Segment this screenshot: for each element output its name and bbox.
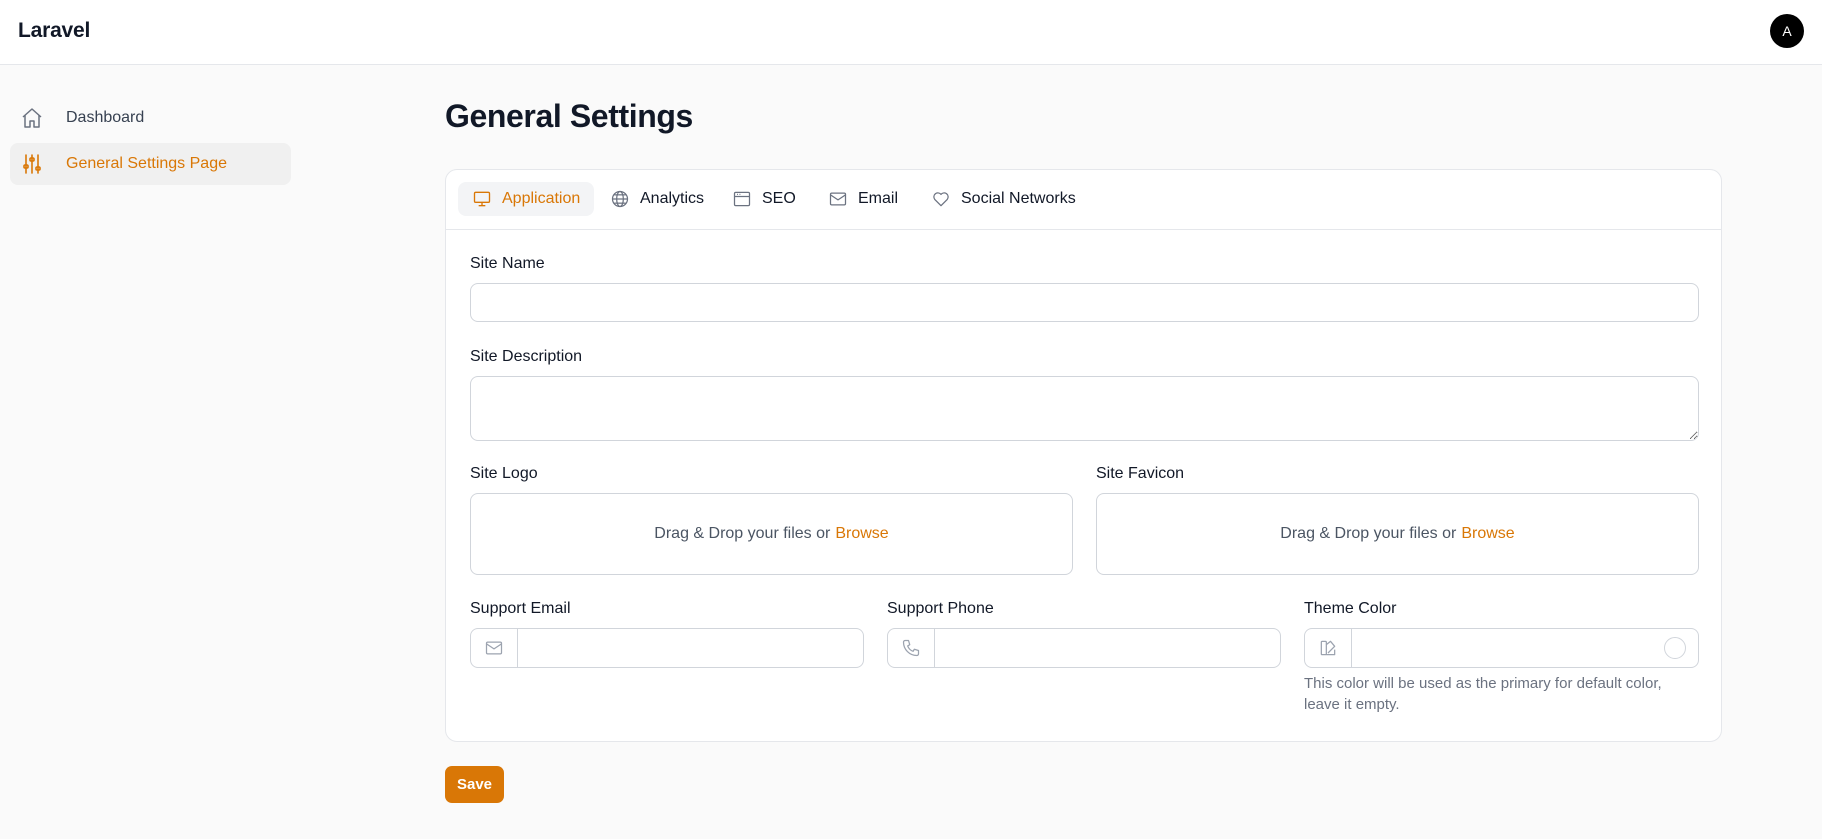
site-logo-dropzone[interactable]: Drag & Drop your files or Browse: [470, 493, 1073, 575]
home-icon: [20, 106, 44, 130]
brand-logo[interactable]: Laravel: [18, 19, 90, 43]
site-favicon-label: Site Favicon: [1096, 465, 1185, 482]
tab-seo[interactable]: SEO: [718, 182, 810, 216]
globe-icon: [610, 189, 630, 209]
site-description-label: Site Description: [470, 348, 583, 365]
browser-window-icon: [732, 189, 752, 209]
swatch-icon: [1305, 629, 1352, 667]
dropzone-text: Drag & Drop your files or: [1280, 525, 1457, 542]
tab-label: Email: [858, 190, 899, 207]
envelope-icon: [828, 189, 848, 209]
top-bar: Laravel A: [0, 0, 1822, 65]
support-email-input[interactable]: [518, 629, 863, 667]
tab-application[interactable]: Application: [458, 182, 595, 216]
page-title: General Settings: [445, 98, 693, 134]
phone-icon: [888, 629, 935, 667]
support-email-label: Support Email: [470, 600, 571, 617]
dropzone-text: Drag & Drop your files or: [654, 525, 831, 542]
browse-link[interactable]: Browse: [1461, 525, 1514, 543]
support-phone-label: Support Phone: [887, 600, 994, 617]
sliders-icon: [20, 152, 44, 176]
tab-label: Analytics: [640, 190, 705, 207]
tab-social-networks[interactable]: Social Networks: [917, 182, 1090, 216]
tab-label: Social Networks: [961, 190, 1076, 207]
envelope-icon: [471, 629, 518, 667]
site-logo-label: Site Logo: [470, 465, 538, 482]
tab-email[interactable]: Email: [814, 182, 912, 216]
theme-color-field: [1304, 628, 1699, 668]
color-swatch[interactable]: [1664, 637, 1686, 659]
sidebar-item-general-settings[interactable]: General Settings Page: [10, 143, 291, 185]
support-email-field: [470, 628, 864, 668]
sidebar-item-label: General Settings Page: [66, 155, 227, 172]
site-name-input[interactable]: [470, 283, 1699, 322]
tab-label: SEO: [762, 190, 796, 207]
theme-color-label: Theme Color: [1304, 600, 1397, 617]
sidebar-item-label: Dashboard: [66, 109, 145, 126]
heart-icon: [931, 189, 951, 209]
user-avatar[interactable]: A: [1770, 14, 1804, 48]
settings-card: Application Analytics SEO Email Social N…: [445, 169, 1722, 742]
theme-color-input[interactable]: [1352, 629, 1664, 667]
support-phone-input[interactable]: [935, 629, 1280, 667]
browse-link[interactable]: Browse: [835, 525, 888, 543]
tab-bar: Application Analytics SEO Email Social N…: [446, 170, 1721, 230]
tab-label: Application: [502, 190, 581, 207]
site-description-textarea[interactable]: [470, 376, 1699, 441]
support-phone-field: [887, 628, 1281, 668]
save-button[interactable]: Save: [445, 766, 504, 803]
site-name-label: Site Name: [470, 255, 545, 272]
monitor-icon: [472, 189, 492, 209]
tab-analytics[interactable]: Analytics: [596, 182, 718, 216]
sidebar-item-dashboard[interactable]: Dashboard: [10, 97, 291, 139]
theme-color-hint: This color will be used as the primary f…: [1304, 675, 1662, 713]
site-favicon-dropzone[interactable]: Drag & Drop your files or Browse: [1096, 493, 1699, 575]
